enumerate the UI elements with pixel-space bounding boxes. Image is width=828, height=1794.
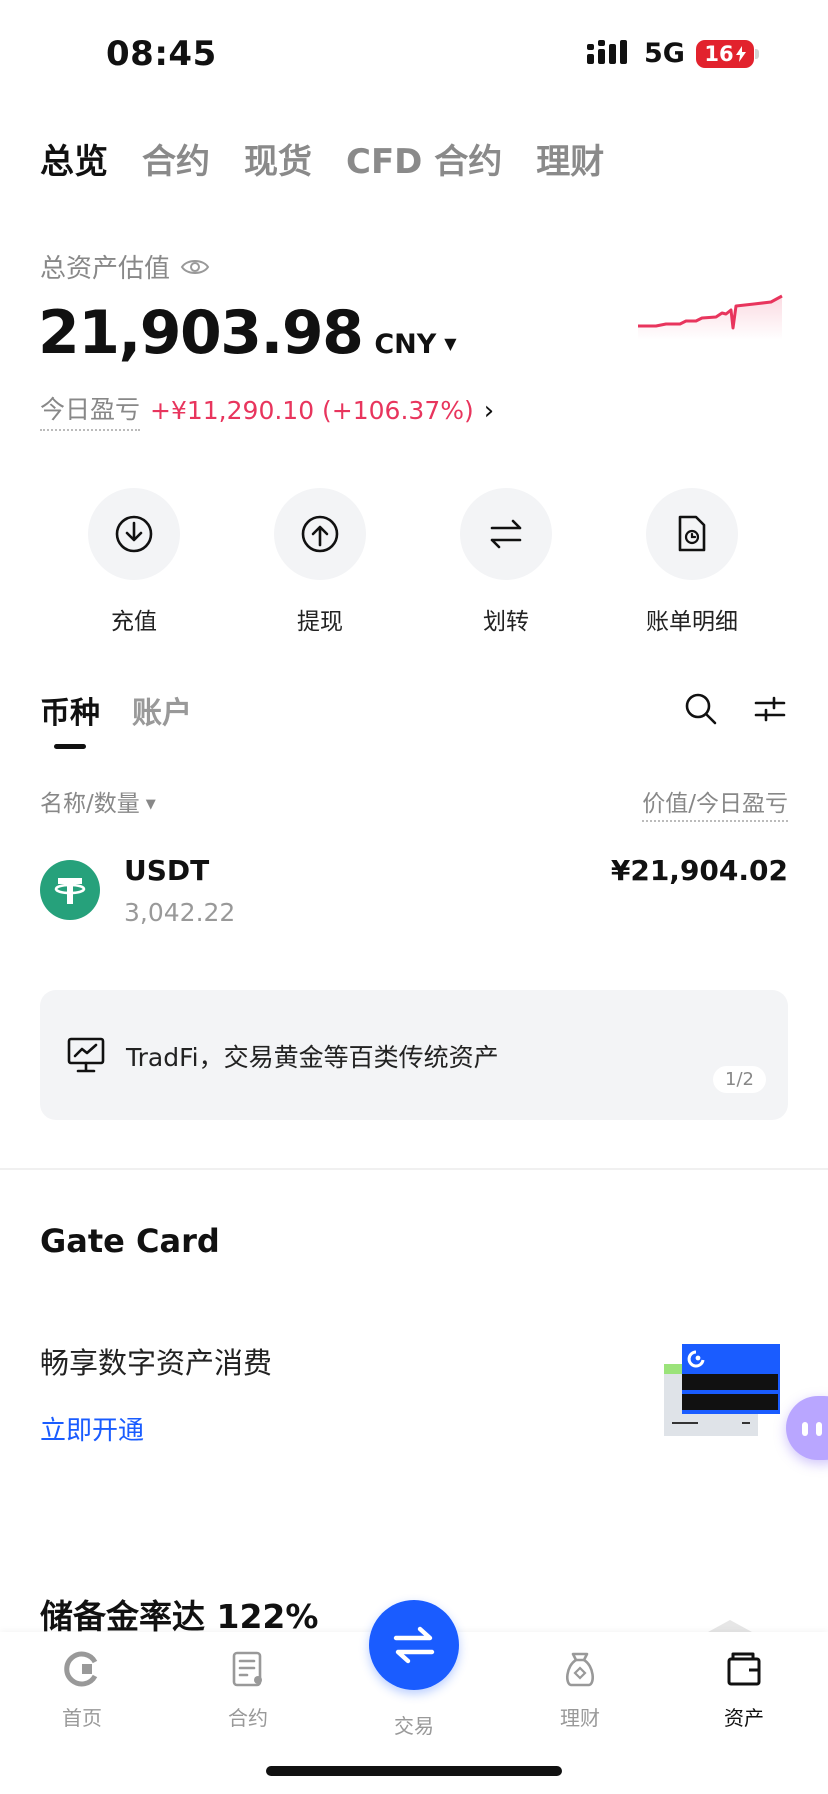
nav-assets[interactable]: 资产 — [694, 1650, 794, 1731]
total-assets-value: 21,903.98 — [38, 298, 364, 368]
battery-indicator: 16 — [696, 40, 754, 68]
banner-page-indicator: 1/2 — [713, 1066, 766, 1093]
asset-list-tabs: 币种 账户 — [40, 688, 224, 732]
banner-text: TradFi，交易黄金等百类传统资产 — [126, 1043, 499, 1072]
caret-down-icon[interactable]: ▼ — [444, 334, 456, 353]
assets-icon — [727, 1652, 761, 1686]
coin-symbol: USDT — [124, 854, 210, 887]
total-assets-value-row[interactable]: 21,903.98 CNY ▼ — [38, 298, 457, 368]
gate-card-title: Gate Card — [40, 1222, 220, 1260]
deposit-icon — [115, 515, 153, 553]
home-icon — [64, 1651, 98, 1687]
list-item[interactable]: USDT 3,042.22 ¥21,904.02 — [0, 850, 828, 950]
tab-finance[interactable]: 理财 — [536, 134, 604, 183]
tradfi-banner[interactable]: TradFi，交易黄金等百类传统资产 1/2 — [40, 990, 788, 1120]
deposit-button[interactable]: 充值 — [64, 488, 204, 636]
nav-home-label: 首页 — [62, 1706, 102, 1730]
sort-by-name-quantity[interactable]: 名称/数量 ▼ — [40, 784, 156, 818]
gate-card-illustration — [664, 1344, 780, 1436]
withdraw-label: 提现 — [297, 609, 343, 635]
tab-cfd-futures[interactable]: CFD 合约 — [346, 134, 502, 183]
nav-futures-label: 合约 — [228, 1706, 268, 1730]
battery-nub — [755, 49, 759, 59]
nav-futures[interactable]: 合约 — [198, 1650, 298, 1731]
column-header-name: 名称/数量 — [40, 791, 140, 817]
tether-icon — [54, 878, 86, 904]
nav-assets-label: 资产 — [724, 1706, 764, 1730]
today-pnl-value: +¥11,290.10 (+106.37%) — [150, 396, 474, 425]
tab-futures[interactable]: 合约 — [142, 134, 210, 183]
transfer-icon-wrap — [460, 488, 552, 580]
charging-icon — [735, 46, 746, 62]
bill-icon — [678, 515, 706, 552]
eye-icon[interactable] — [180, 256, 210, 278]
coin-value: ¥21,904.02 — [610, 854, 788, 887]
futures-icon — [232, 1651, 262, 1687]
chevron-right-icon: › — [483, 395, 495, 426]
network-label: 5G — [644, 38, 685, 69]
signal-icon — [587, 40, 627, 64]
filter-icon[interactable] — [754, 694, 786, 724]
today-pnl-label: 今日盈亏 — [40, 390, 141, 431]
chart-board-icon — [67, 1037, 105, 1073]
assets-page: 08:45 5G 16 总览 合约 现货 CFD 合约 理财 总资产估值 21,… — [0, 0, 828, 1794]
trade-icon — [393, 1626, 435, 1664]
coin-quantity: 3,042.22 — [124, 898, 236, 927]
section-divider — [0, 1168, 828, 1170]
chat-eye-right — [816, 1422, 822, 1436]
quick-actions: 充值 提现 划转 账单明细 — [0, 488, 828, 635]
withdraw-button[interactable]: 提现 — [250, 488, 390, 636]
column-header-value[interactable]: 价值/今日盈亏 — [642, 784, 788, 822]
tab-accounts[interactable]: 账户 — [132, 688, 192, 732]
search-icon[interactable] — [684, 692, 718, 726]
battery-level: 16 — [704, 42, 734, 66]
transfer-label: 划转 — [483, 609, 529, 635]
status-time: 08:45 — [106, 34, 217, 74]
finance-icon — [566, 1652, 594, 1687]
withdraw-icon — [301, 515, 339, 553]
home-indicator — [266, 1766, 562, 1776]
scroll-top-hint — [708, 1620, 752, 1632]
gate-card-description: 畅享数字资产消费 — [40, 1346, 273, 1380]
transfer-icon — [490, 519, 522, 549]
caret-down-icon: ▼ — [145, 797, 156, 812]
nav-home[interactable]: 首页 — [32, 1650, 132, 1731]
bill-details-button[interactable]: 账单明细 — [622, 488, 762, 636]
total-assets-label: 总资产估值 — [40, 254, 171, 284]
tab-spot[interactable]: 现货 — [244, 134, 312, 183]
transfer-button[interactable]: 划转 — [436, 488, 576, 636]
nav-trade-button[interactable] — [369, 1600, 459, 1690]
bill-icon-wrap — [646, 488, 738, 580]
gate-card-open-link[interactable]: 立即开通 — [40, 1410, 144, 1447]
assistant-chat-button[interactable] — [786, 1396, 828, 1460]
tab-overview[interactable]: 总览 — [40, 134, 108, 183]
nav-finance[interactable]: 理财 — [530, 1650, 630, 1731]
today-pnl-row[interactable]: 今日盈亏 +¥11,290.10 (+106.37%) › — [40, 390, 494, 431]
tab-coins[interactable]: 币种 — [40, 688, 100, 732]
reserve-ratio-title: 储备金率达 122% — [40, 1597, 319, 1636]
deposit-icon-wrap — [88, 488, 180, 580]
withdraw-icon-wrap — [274, 488, 366, 580]
currency-selector[interactable]: CNY — [374, 329, 436, 360]
total-assets-label-row: 总资产估值 — [40, 248, 210, 285]
bill-details-label: 账单明细 — [646, 609, 738, 635]
status-bar: 08:45 5G 16 — [0, 0, 828, 110]
chat-eye-left — [802, 1422, 808, 1436]
usdt-coin-icon — [40, 860, 100, 920]
nav-finance-label: 理财 — [560, 1706, 600, 1730]
nav-trade-label: 交易 — [394, 1714, 434, 1738]
deposit-label: 充值 — [111, 609, 157, 635]
active-tab-indicator — [54, 744, 86, 749]
assets-trend-sparkline[interactable] — [636, 280, 786, 340]
top-tabs: 总览 合约 现货 CFD 合约 理财 — [40, 134, 638, 183]
